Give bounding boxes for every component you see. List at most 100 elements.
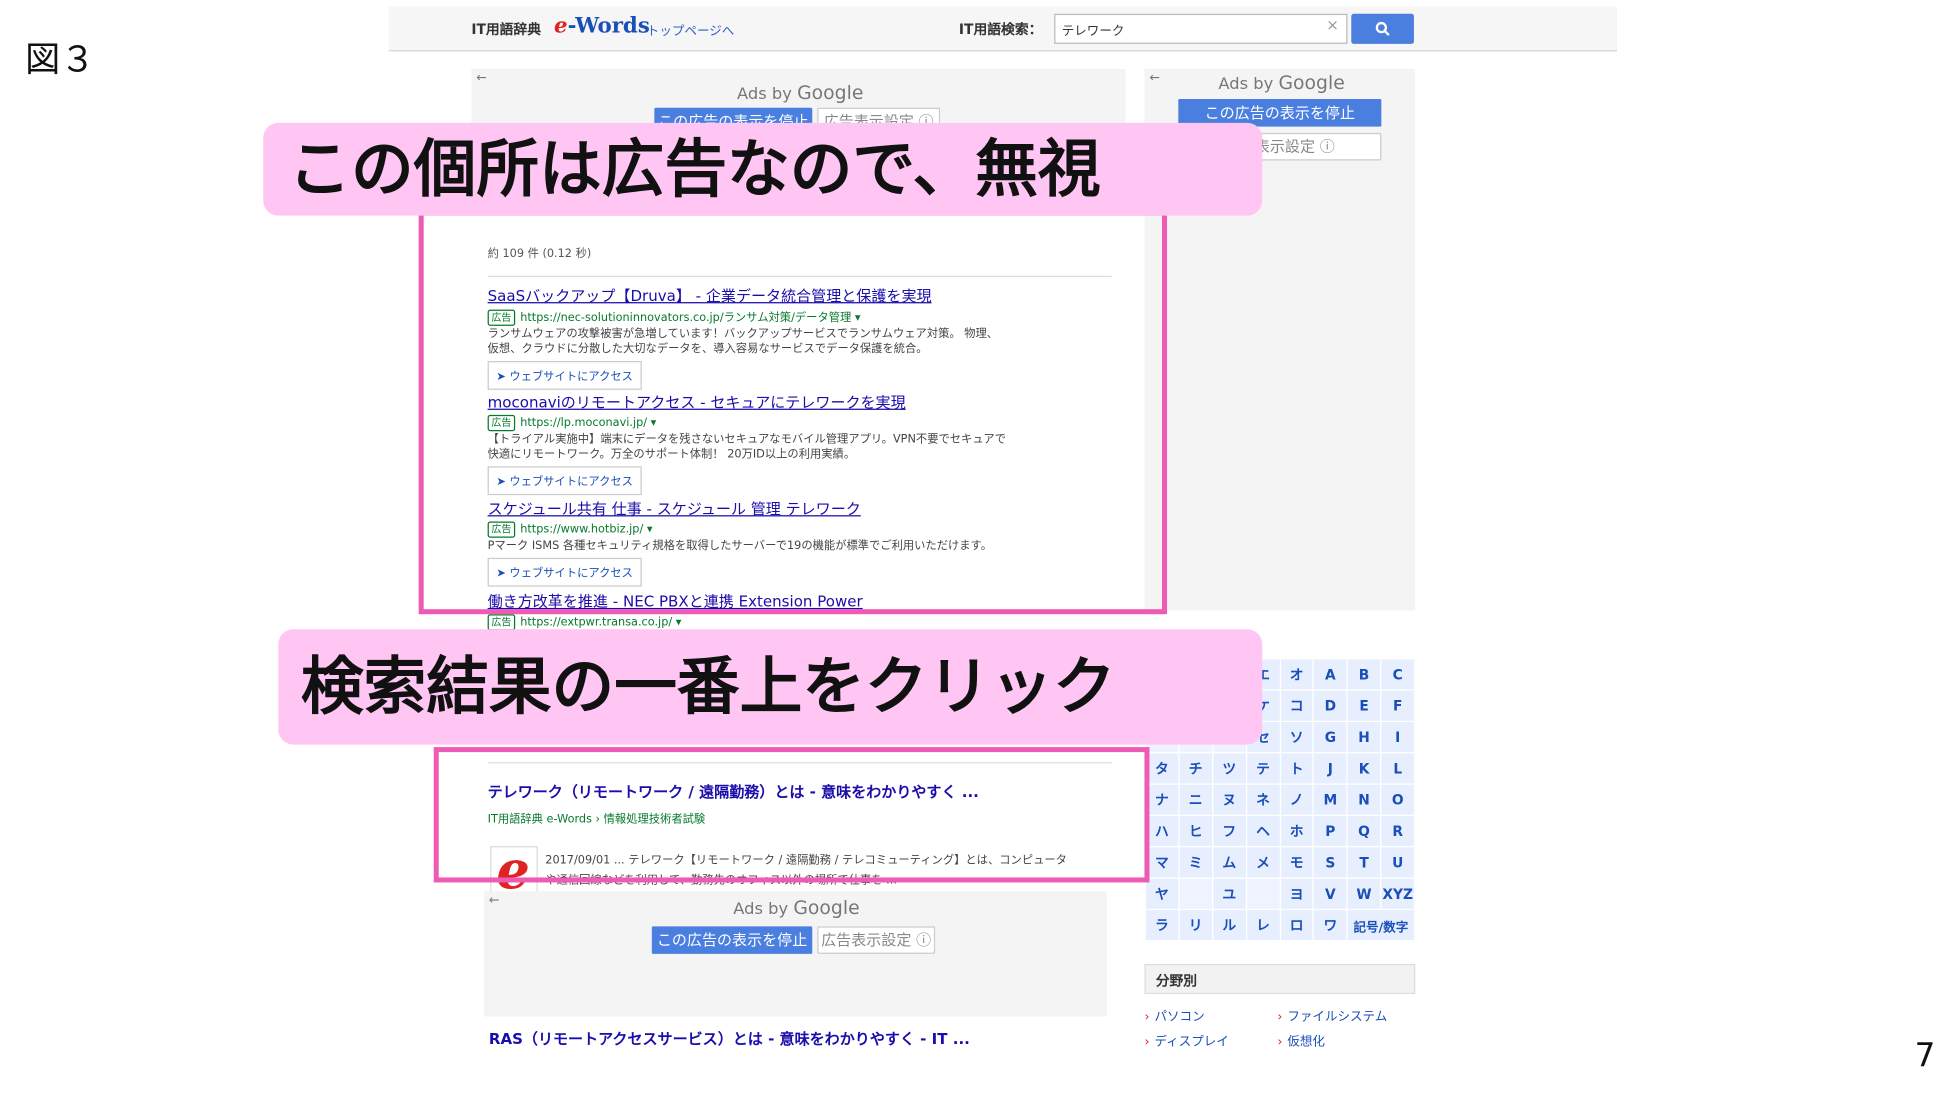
next-result-link[interactable]: RAS（リモートアクセスサービス）とは - 意味をわかりやすく - IT ... xyxy=(489,1028,970,1049)
kana-index-cell[interactable]: ム xyxy=(1211,846,1247,879)
kana-index-cell[interactable]: ネ xyxy=(1245,783,1281,817)
page-number: 7 xyxy=(1914,1037,1936,1076)
chevron-right-icon: › xyxy=(1144,1035,1150,1050)
kana-index-cell[interactable]: B xyxy=(1346,658,1382,691)
kana-index-cell[interactable]: ワ xyxy=(1312,908,1348,942)
back-arrow-icon[interactable]: ← xyxy=(476,71,487,85)
kana-index-cell[interactable]: N xyxy=(1346,783,1382,817)
ad-settings-button[interactable]: 広告表示設定 ⓘ xyxy=(817,926,936,954)
kana-index-cell[interactable]: ヤ xyxy=(1144,877,1180,911)
kana-index-cell[interactable]: ユ xyxy=(1211,877,1247,911)
kana-row: ナニヌネノMNO xyxy=(1144,783,1416,817)
kana-index-cell[interactable]: XYZ xyxy=(1380,877,1416,911)
top-page-link[interactable]: トップページへ xyxy=(647,20,735,39)
ads-by-google: Ads by Google xyxy=(1218,71,1345,95)
kana-index-cell[interactable]: W xyxy=(1346,877,1382,911)
kana-index-cell[interactable]: A xyxy=(1312,658,1348,691)
kana-index-cell[interactable]: R xyxy=(1380,814,1416,848)
category-link[interactable]: › パソコン xyxy=(1144,1005,1204,1024)
kana-index-cell[interactable]: L xyxy=(1380,752,1416,785)
kana-index-cell[interactable]: コ xyxy=(1279,689,1315,723)
brand-label: IT用語辞典 xyxy=(471,21,542,38)
result-url: 広告 https://extpwr.transa.co.jp/ ▾ xyxy=(487,614,1115,631)
kana-index-cell[interactable]: ソ xyxy=(1279,720,1315,754)
kana-index-cell[interactable]: H xyxy=(1346,720,1382,754)
search-icon xyxy=(1375,21,1390,36)
kana-index-cell[interactable]: チ xyxy=(1178,752,1214,785)
kana-index-cell[interactable]: ハ xyxy=(1144,814,1180,848)
chevron-right-icon: › xyxy=(1277,1010,1283,1025)
kana-index-cell[interactable]: D xyxy=(1312,689,1348,723)
category-heading: 分野別 xyxy=(1144,963,1416,995)
kana-row: ハヒフヘホPQR xyxy=(1144,814,1416,848)
callout-click-top: 検索結果の一番上をクリック xyxy=(278,629,1263,745)
kana-row: マミムメモSTU xyxy=(1144,846,1416,879)
ads-by-google: Ads by Google xyxy=(733,896,860,919)
kana-index-cell[interactable]: J xyxy=(1312,752,1348,785)
kana-empty-cell xyxy=(1245,877,1281,911)
kana-index-cell[interactable]: ミ xyxy=(1178,846,1214,879)
kana-index-cell[interactable]: テ xyxy=(1245,752,1281,785)
kana-index-cell[interactable]: U xyxy=(1380,846,1416,879)
kana-index-cell[interactable]: ナ xyxy=(1144,783,1180,817)
kana-index-cell[interactable]: O xyxy=(1380,783,1416,817)
kana-index-cell[interactable]: F xyxy=(1380,689,1416,723)
kana-empty-cell xyxy=(1178,877,1214,911)
ad-badge: 広告 xyxy=(487,614,516,631)
kana-index-cell[interactable]: E xyxy=(1346,689,1382,723)
kana-index-cell[interactable]: C xyxy=(1380,658,1416,691)
kana-index-cell[interactable]: レ xyxy=(1245,908,1281,942)
slide-stage: 図３ 7 IT用語辞典 e-Words トップページへ IT用語検索： × ← … xyxy=(0,0,1943,1094)
kana-index-cell[interactable]: I xyxy=(1380,720,1416,754)
kana-index-cell[interactable]: ヘ xyxy=(1245,814,1281,848)
stop-ad-button[interactable]: この広告の表示を停止 xyxy=(651,926,813,954)
kana-index-cell[interactable]: T xyxy=(1346,846,1382,879)
figure-label: 図３ xyxy=(25,38,96,81)
clear-icon[interactable]: × xyxy=(1326,16,1339,34)
kana-index-cell[interactable]: Q xyxy=(1346,814,1382,848)
kana-index-cell[interactable]: ル xyxy=(1211,908,1247,942)
kana-index-cell[interactable]: ヨ xyxy=(1279,877,1315,911)
result-highlight-frame xyxy=(433,747,1150,883)
kana-index-cell[interactable]: マ xyxy=(1144,846,1180,879)
kana-index-cell[interactable]: リ xyxy=(1178,908,1214,942)
kana-index-cell[interactable]: S xyxy=(1312,846,1348,879)
kana-index-cell[interactable]: ロ xyxy=(1279,908,1315,942)
search-input[interactable] xyxy=(1054,13,1348,44)
kana-index-cell[interactable]: ツ xyxy=(1211,752,1247,785)
kana-index-cell[interactable]: 記号/数字 xyxy=(1346,908,1416,942)
kana-index-cell[interactable]: ホ xyxy=(1279,814,1315,848)
kana-index-cell[interactable]: P xyxy=(1312,814,1348,848)
chevron-right-icon: › xyxy=(1144,1010,1150,1025)
kana-index-cell[interactable]: G xyxy=(1312,720,1348,754)
kana-index-cell[interactable]: オ xyxy=(1279,658,1315,691)
back-arrow-icon[interactable]: ← xyxy=(1149,71,1160,85)
slide: 図３ 7 IT用語辞典 e-Words トップページへ IT用語検索： × ← … xyxy=(0,0,1943,1091)
category-link[interactable]: › ファイルシステム xyxy=(1277,1005,1387,1024)
ad-block-bottom: ← Ads by Google この広告の表示を停止 広告表示設定 ⓘ xyxy=(483,891,1107,1017)
kana-index-cell[interactable]: フ xyxy=(1211,814,1247,848)
kana-index-cell[interactable]: メ xyxy=(1245,846,1281,879)
chevron-right-icon: › xyxy=(1277,1035,1283,1050)
search-button[interactable] xyxy=(1351,13,1414,44)
category-link[interactable]: › ディスプレイ xyxy=(1144,1030,1228,1049)
kana-index-cell[interactable]: ト xyxy=(1279,752,1315,785)
kana-index-cell[interactable]: V xyxy=(1312,877,1348,911)
kana-row: ラリルレロワ記号/数字 xyxy=(1144,908,1416,942)
category-link[interactable]: › 仮想化 xyxy=(1277,1030,1325,1049)
kana-index-cell[interactable]: ノ xyxy=(1279,783,1315,817)
kana-index-cell[interactable]: モ xyxy=(1279,846,1315,879)
kana-index-cell[interactable]: ニ xyxy=(1178,783,1214,817)
site-header: IT用語辞典 e-Words トップページへ IT用語検索： × xyxy=(388,6,1618,52)
kana-index-cell[interactable]: ラ xyxy=(1144,908,1180,942)
kana-index-cell[interactable]: M xyxy=(1312,783,1348,817)
ads-by-google: Ads by Google xyxy=(737,81,864,105)
back-arrow-icon[interactable]: ← xyxy=(489,894,500,908)
brand-logo[interactable]: e-Words xyxy=(554,14,650,39)
kana-index-cell[interactable]: K xyxy=(1346,752,1382,785)
kana-index-cell[interactable]: タ xyxy=(1144,752,1180,785)
kana-index-cell[interactable]: ヌ xyxy=(1211,783,1247,817)
kana-index-cell[interactable]: ヒ xyxy=(1178,814,1214,848)
kana-row: タチツテトJKL xyxy=(1144,752,1416,785)
kana-row: ヤユヨ V W XYZ xyxy=(1144,877,1416,911)
